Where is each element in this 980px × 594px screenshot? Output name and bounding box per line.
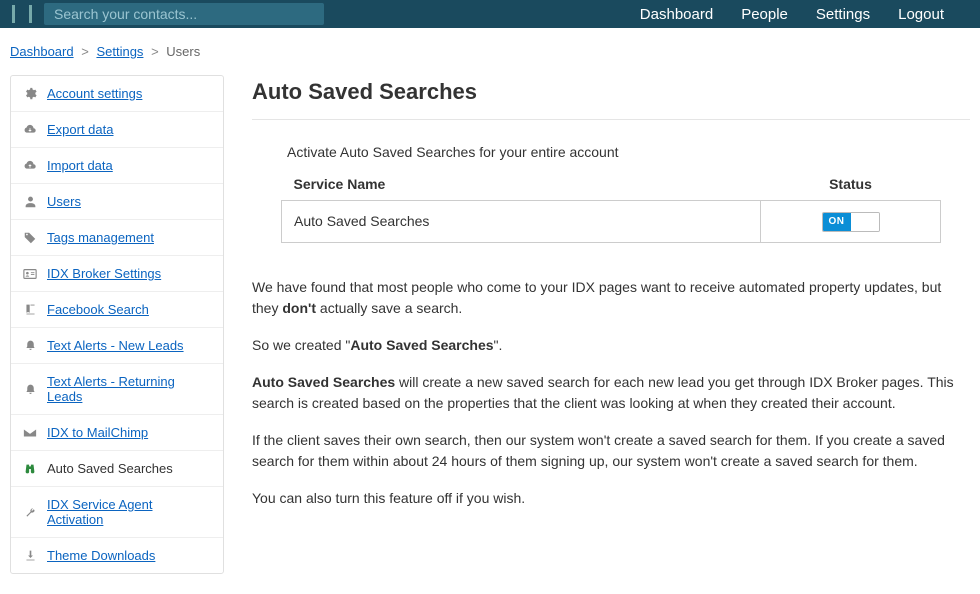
sidebar-item-label: Import data [47,158,113,173]
nav-dashboard[interactable]: Dashboard [640,6,713,23]
sidebar-item-label: Tags management [47,230,154,245]
nav-settings[interactable]: Settings [816,6,870,23]
activate-block: Activate Auto Saved Searches for your en… [281,144,941,243]
sidebar-item-label: Text Alerts - Returning Leads [47,374,211,404]
sidebar-item-label: Text Alerts - New Leads [47,338,184,353]
sidebar-item-text-alerts-returning-leads[interactable]: Text Alerts - Returning Leads [11,364,223,415]
text-bold: Auto Saved Searches [350,337,493,353]
col-status: Status [761,168,941,201]
binoculars-icon [23,462,37,476]
sidebar-item-label: Auto Saved Searches [47,461,173,476]
status-toggle[interactable]: ON [822,212,880,232]
topbar: Dashboard People Settings Logout [0,0,980,28]
text: ". [494,337,503,353]
id-card-icon [23,267,37,281]
text: So we created " [252,337,350,353]
user-icon [23,195,37,209]
sidebar-item-text-alerts-new-leads[interactable]: Text Alerts - New Leads [11,328,223,364]
sidebar-item-export-data[interactable]: Export data [11,112,223,148]
container: Account settings Export data Import data… [0,75,980,594]
breadcrumb: Dashboard > Settings > Users [0,28,980,75]
sidebar-item-auto-saved-searches[interactable]: Auto Saved Searches [11,451,223,487]
sidebar-item-label: IDX Service Agent Activation [47,497,211,527]
sidebar-item-users[interactable]: Users [11,184,223,220]
body-text: We have found that most people who come … [252,277,970,509]
text-bold: don't [282,300,316,316]
wrench-icon [23,505,37,519]
paragraph-1: We have found that most people who come … [252,277,970,319]
breadcrumb-settings[interactable]: Settings [96,44,143,59]
sidebar-item-account-settings[interactable]: Account settings [11,76,223,112]
text: actually save a search. [316,300,462,316]
logo-icon [12,5,32,23]
table-row: Auto Saved Searches ON [282,201,941,243]
bell-icon [23,382,37,396]
paragraph-5: You can also turn this feature off if yo… [252,488,970,509]
sidebar-item-label: Theme Downloads [47,548,155,563]
cell-status: ON [761,201,941,243]
toggle-off-handle [851,213,879,231]
activate-label: Activate Auto Saved Searches for your en… [281,144,941,160]
sidebar-item-label: Account settings [47,86,142,101]
topbar-nav: Dashboard People Settings Logout [640,6,968,23]
sidebar-item-label: Users [47,194,81,209]
tags-icon [23,231,37,245]
search-input[interactable] [44,3,324,25]
col-service-name: Service Name [282,168,761,201]
sidebar-item-idx-service-agent-activation[interactable]: IDX Service Agent Activation [11,487,223,538]
page-title: Auto Saved Searches [252,79,970,105]
sidebar-item-label: IDX Broker Settings [47,266,161,281]
paragraph-2: So we created "Auto Saved Searches". [252,335,970,356]
cloud-download-icon [23,123,37,137]
sidebar-item-import-data[interactable]: Import data [11,148,223,184]
breadcrumb-current: Users [166,44,200,59]
topbar-left [12,3,324,25]
toggle-on-label: ON [823,213,851,231]
sidebar-item-idx-to-mailchimp[interactable]: IDX to MailChimp [11,415,223,451]
nav-logout[interactable]: Logout [898,6,944,23]
sidebar-item-theme-downloads[interactable]: Theme Downloads [11,538,223,573]
sidebar-item-tags-management[interactable]: Tags management [11,220,223,256]
cloud-upload-icon [23,159,37,173]
sidebar-item-facebook-search[interactable]: Facebook Search [11,292,223,328]
gear-icon [23,87,37,101]
sidebar-item-idx-broker-settings[interactable]: IDX Broker Settings [11,256,223,292]
paragraph-3: Auto Saved Searches will create a new sa… [252,372,970,414]
envelope-icon [23,426,37,440]
nav-people[interactable]: People [741,6,788,23]
sidebar-item-label: Export data [47,122,114,137]
sidebar-item-label: Facebook Search [47,302,149,317]
cell-service-name: Auto Saved Searches [282,201,761,243]
sidebar-item-label: IDX to MailChimp [47,425,148,440]
bell-icon [23,339,37,353]
breadcrumb-sep: > [81,44,89,59]
service-table: Service Name Status Auto Saved Searches … [281,168,941,243]
book-icon [23,303,37,317]
sidebar: Account settings Export data Import data… [10,75,224,574]
breadcrumb-sep: > [151,44,159,59]
paragraph-4: If the client saves their own search, th… [252,430,970,472]
text-bold: Auto Saved Searches [252,374,395,390]
main-content: Auto Saved Searches Activate Auto Saved … [252,75,970,574]
breadcrumb-dashboard[interactable]: Dashboard [10,44,74,59]
title-divider [252,119,970,120]
